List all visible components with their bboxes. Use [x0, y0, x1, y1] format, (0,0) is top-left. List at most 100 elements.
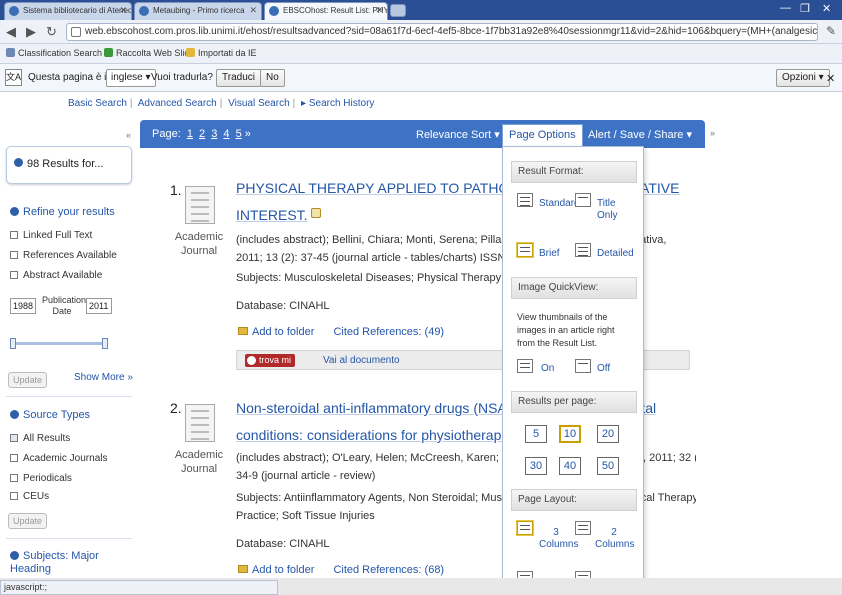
vai-al-documento-link[interactable]: Vai al documento [323, 355, 400, 366]
translate-button[interactable]: Traduci [216, 69, 261, 87]
close-translate-icon[interactable]: ✕ [826, 72, 835, 85]
standard-format-option[interactable]: Standard [539, 198, 580, 210]
standard-format-icon[interactable] [517, 193, 533, 207]
image-quickview-description: View thumbnails of the images in an arti… [517, 312, 615, 348]
add-to-folder-link[interactable]: Add to folder [252, 564, 314, 576]
source-types-heading[interactable]: Source Types [10, 409, 90, 421]
page-layout-heading: Page Layout: [511, 489, 637, 511]
per-page-5[interactable]: 5 [525, 425, 547, 443]
slider-handle-right[interactable] [102, 338, 108, 349]
per-page-20[interactable]: 20 [597, 425, 619, 443]
checkbox[interactable] [10, 231, 18, 239]
advanced-search-link[interactable]: Advanced Search [138, 98, 217, 109]
result-number: 1. [170, 182, 182, 198]
close-icon[interactable]: ✕ [375, 5, 383, 16]
language-select[interactable]: inglese ▾ [106, 69, 156, 87]
source-all-results[interactable]: All Results [10, 433, 70, 444]
browser-window: Sistema bibliotecario di Ateneo ✕ Metaub… [0, 0, 842, 595]
reload-icon[interactable]: ↻ [46, 24, 57, 40]
brief-format-option[interactable]: Brief [539, 248, 560, 260]
per-page-40[interactable]: 40 [559, 457, 581, 475]
show-more-link[interactable]: Show More » [74, 372, 133, 383]
expand-icon [10, 551, 19, 560]
per-page-10[interactable]: 10 [559, 425, 581, 443]
source-periodicals[interactable]: Periodicals [10, 473, 72, 484]
cited-references-link[interactable]: Cited References: (68) [333, 564, 444, 576]
minimize-icon[interactable]: — [780, 2, 791, 14]
bookmark-folder-ie[interactable]: Importati da IE [186, 48, 257, 58]
brief-format-icon[interactable] [516, 242, 534, 258]
tab-ebscohost[interactable]: EBSCOhost: Result List: PHYSICAL ... ✕ [264, 2, 388, 20]
checkbox[interactable] [10, 492, 18, 500]
filter-references-available[interactable]: References Available [10, 250, 117, 261]
relevance-sort-dropdown[interactable]: Relevance Sort ▾ [416, 128, 500, 141]
refine-results-heading[interactable]: Refine your results [10, 206, 115, 218]
back-icon[interactable]: ◀ [6, 24, 16, 40]
slider-handle-left[interactable] [10, 338, 16, 349]
trova-mi-button[interactable]: trova mi [245, 354, 296, 367]
close-icon[interactable]: ✕ [249, 5, 257, 16]
tab-metaubing[interactable]: Metaubing - Primo ricerca ✕ [134, 2, 262, 20]
checkbox[interactable] [10, 454, 18, 462]
page-1-link[interactable]: 1 [187, 128, 193, 140]
collapse-right-icon[interactable]: » [710, 128, 715, 138]
add-to-folder-link[interactable]: Add to folder [252, 326, 314, 338]
page-2-link[interactable]: 2 [199, 128, 205, 140]
collapse-left-icon[interactable]: « [126, 130, 131, 140]
bookmark-classification[interactable]: Classification Search ... [6, 48, 112, 58]
url-bar[interactable]: web.ebscohost.com.pros.lib.unimi.it/ehos… [66, 23, 818, 41]
per-page-50[interactable]: 50 [597, 457, 619, 475]
page-4-link[interactable]: 4 [223, 128, 229, 140]
year-to-input[interactable]: 2011 [86, 298, 112, 314]
visual-search-link[interactable]: Visual Search [228, 98, 290, 109]
cited-references-link[interactable]: Cited References: (49) [333, 326, 444, 338]
page-icon [71, 27, 81, 37]
next-page-link[interactable]: » [245, 128, 251, 140]
checkbox[interactable] [10, 474, 18, 482]
quickview-off-option[interactable]: Off [597, 363, 610, 375]
page-5-link[interactable]: 5 [236, 128, 242, 140]
year-from-input[interactable]: 1988 [10, 298, 36, 314]
quickview-on-icon[interactable] [517, 359, 533, 373]
tab-sistema-bibliotecario[interactable]: Sistema bibliotecario di Ateneo ✕ [4, 2, 132, 20]
basic-search-link[interactable]: Basic Search [68, 98, 127, 109]
checkbox[interactable] [10, 434, 18, 442]
bullet-icon [14, 158, 23, 167]
maximize-icon[interactable]: ❐ [800, 2, 810, 15]
subjects-heading[interactable]: Subjects: Major Heading [10, 550, 120, 576]
alert-save-share-dropdown[interactable]: Alert / Save / Share ▾ [588, 128, 692, 141]
detailed-format-option[interactable]: Detailed [597, 248, 634, 260]
source-academic-journals[interactable]: Academic Journals [10, 453, 107, 464]
source-ceus[interactable]: CEUs [10, 491, 49, 502]
detailed-format-icon[interactable] [575, 243, 591, 257]
forward-icon[interactable]: ▶ [26, 24, 36, 40]
search-history-link[interactable]: ▸ Search History [301, 98, 377, 109]
close-icon[interactable]: ✕ [119, 5, 127, 16]
translate-options-button[interactable]: Opzioni ▾ [776, 69, 830, 87]
publication-date-slider[interactable] [10, 338, 108, 349]
update-button[interactable]: Update [8, 372, 48, 388]
page-options-tab[interactable]: Page Options [502, 124, 583, 146]
title-only-format-option[interactable]: Title Only [597, 198, 627, 222]
new-tab-button[interactable] [390, 4, 406, 17]
layout-3-columns-icon[interactable] [516, 520, 534, 536]
wrench-icon[interactable]: ✎ [826, 24, 836, 38]
filter-abstract-available[interactable]: Abstract Available [10, 270, 102, 281]
per-page-30[interactable]: 30 [525, 457, 547, 475]
quickview-on-option[interactable]: On [541, 363, 554, 375]
no-translate-button[interactable]: No [260, 69, 285, 87]
bookmark-web-slice[interactable]: Raccolta Web Slice [104, 48, 194, 58]
quickview-off-icon[interactable] [575, 359, 591, 373]
checkbox[interactable] [10, 271, 18, 279]
title-only-format-icon[interactable] [575, 193, 591, 207]
update-source-button[interactable]: Update [8, 513, 48, 529]
checkbox[interactable] [10, 251, 18, 259]
layout-2-columns-option[interactable]: 2 Columns [595, 527, 634, 551]
page-3-link[interactable]: 3 [211, 128, 217, 140]
filter-linked-full-text[interactable]: Linked Full Text [10, 230, 92, 241]
layout-3-columns-option[interactable]: 3 Columns [539, 527, 578, 551]
preview-icon[interactable] [311, 208, 321, 218]
close-window-icon[interactable]: ✕ [822, 2, 831, 15]
folder-icon [186, 48, 195, 57]
layout-2-columns-icon[interactable] [575, 521, 591, 535]
